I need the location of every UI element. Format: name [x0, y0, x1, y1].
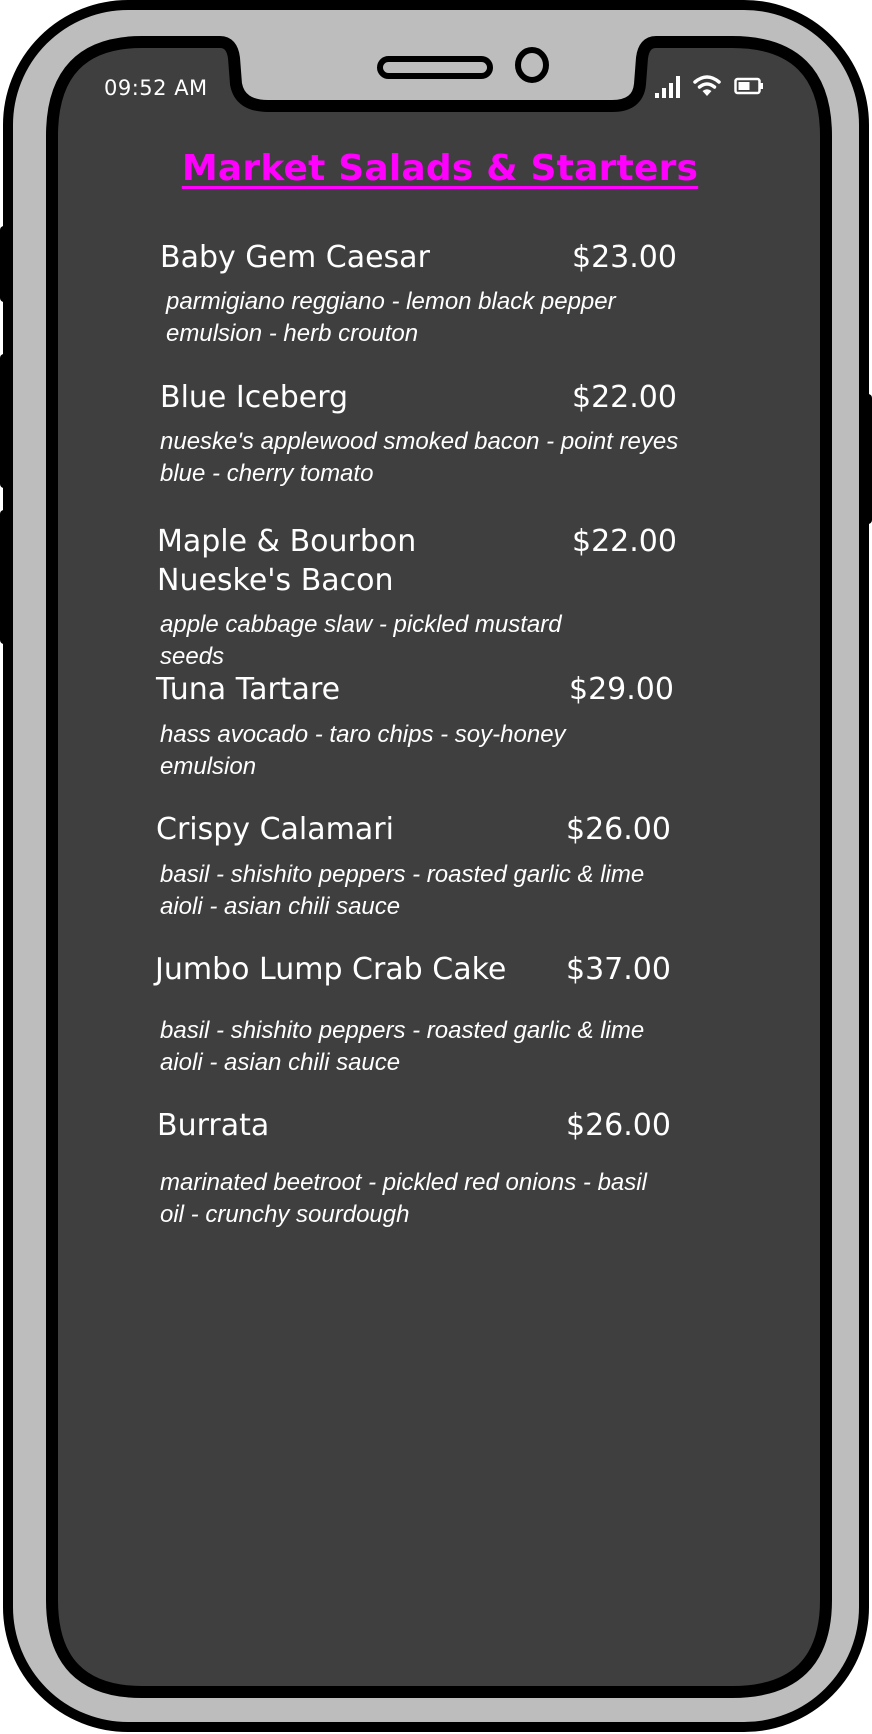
item-price: $29.00: [569, 672, 674, 707]
item-description: marinated beetroot - pickled red onions …: [160, 1169, 647, 1228]
item-name: Crispy Calamari: [156, 812, 394, 847]
item-price: $22.00: [572, 380, 677, 415]
status-icons: [652, 72, 764, 102]
item-description: basil - shishito peppers - roasted garli…: [160, 861, 645, 920]
item-price: $22.00: [572, 524, 677, 559]
status-time: 09:52 AM: [104, 76, 208, 100]
item-name: Tuna Tartare: [156, 672, 341, 707]
item-name: Jumbo Lump Crab Cake: [155, 952, 507, 987]
item-description: apple cabbage slaw - pickled mustard see…: [160, 611, 562, 670]
item-description: parmigiano reggiano - lemon black pepper…: [166, 288, 616, 347]
item-description: hass avocado - taro chips - soy-honey em…: [160, 721, 566, 780]
battery-icon: [734, 72, 764, 105]
item-price: $23.00: [572, 240, 677, 275]
item-price: $26.00: [566, 1108, 671, 1143]
wifi-icon: [692, 72, 722, 105]
status-bar: 09:52 AM: [0, 0, 872, 120]
signal-bars-icon: [654, 72, 684, 105]
item-description: basil - shishito peppers - roasted garli…: [160, 1017, 645, 1076]
menu-title: Market Salads & Starters: [181, 148, 699, 189]
item-name: Blue Iceberg: [160, 380, 349, 415]
item-name: Maple & Bourbon Nueske's Bacon: [157, 524, 417, 598]
item-price: $37.00: [566, 952, 671, 987]
item-description: nueske's applewood smoked bacon - point …: [160, 428, 679, 487]
item-name: Baby Gem Caesar: [160, 240, 430, 275]
item-name: Burrata: [157, 1108, 270, 1143]
item-price: $26.00: [566, 812, 671, 847]
